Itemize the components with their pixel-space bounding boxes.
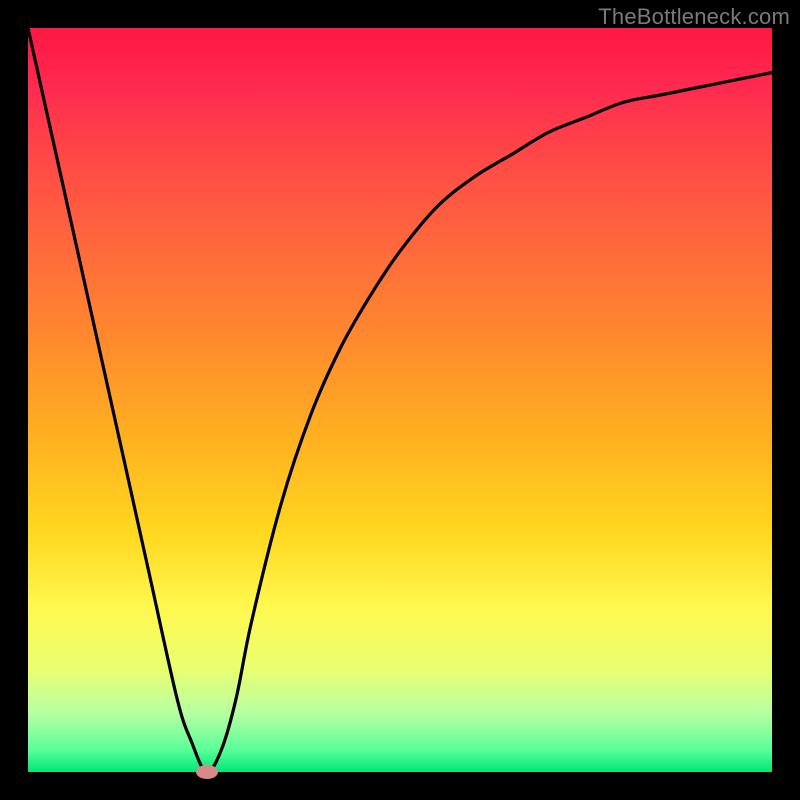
chart-frame: TheBottleneck.com — [0, 0, 800, 800]
optimal-point-marker — [196, 765, 218, 779]
plot-area — [28, 28, 772, 772]
watermark-text: TheBottleneck.com — [598, 4, 790, 30]
bottleneck-curve — [28, 28, 772, 772]
